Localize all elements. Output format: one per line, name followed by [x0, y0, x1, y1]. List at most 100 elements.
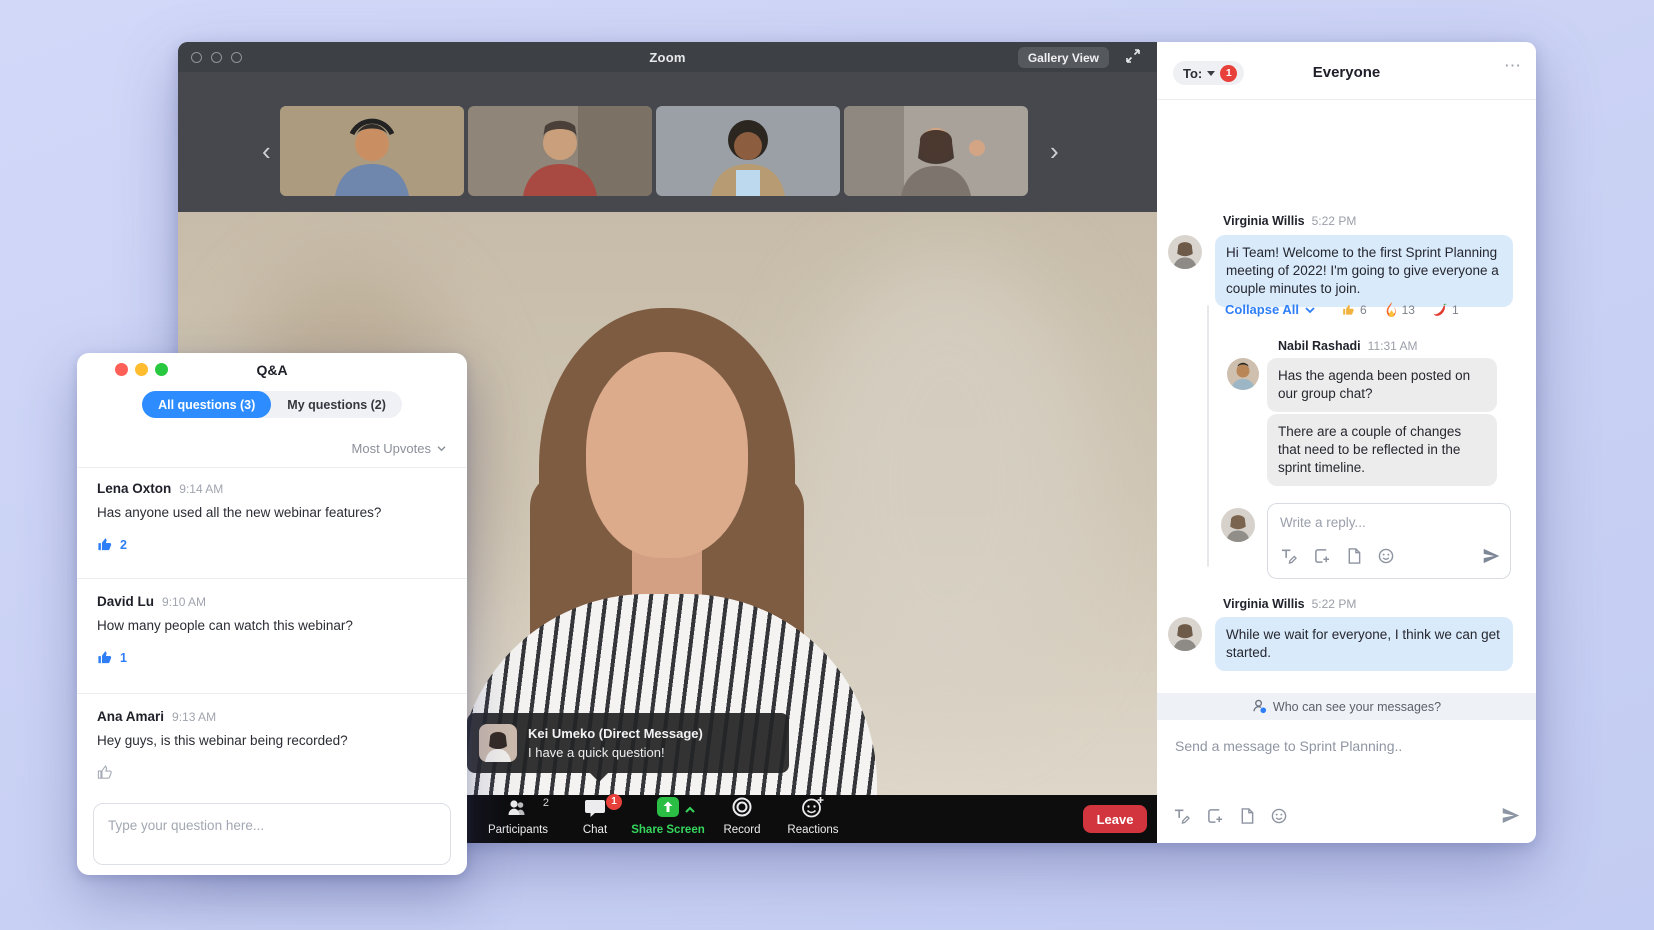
record-icon: [731, 796, 753, 821]
filmstrip-next-icon[interactable]: ›: [1050, 138, 1059, 164]
message-time: 5:22 PM: [1312, 214, 1357, 228]
chat-message-bubble: Has the agenda been posted on our group …: [1267, 358, 1497, 412]
screenshot-icon[interactable]: [1207, 808, 1223, 829]
dm-popup-title: Kei Umeko (Direct Message): [528, 726, 703, 741]
more-options-icon[interactable]: ⋯: [1504, 56, 1522, 76]
participants-count: 2: [543, 797, 549, 809]
reactions-button[interactable]: Reactions: [776, 799, 850, 836]
avatar: [1221, 508, 1255, 542]
chat-title: Everyone: [1157, 64, 1536, 81]
reaction-thumbs-up[interactable]: 6: [1342, 303, 1367, 317]
avatar: [479, 724, 517, 762]
thumbs-up-icon: [97, 764, 114, 781]
privacy-note-label: Who can see your messages?: [1273, 700, 1441, 714]
chat-button[interactable]: 1 Chat: [568, 799, 622, 836]
question-text: Has anyone used all the new webinar feat…: [97, 505, 381, 520]
thumbs-up-icon: [97, 536, 114, 553]
share-screen-icon: [656, 796, 680, 821]
chat-icon: [584, 798, 606, 821]
reply-composer[interactable]: Write a reply...: [1267, 503, 1511, 579]
share-screen-options-icon[interactable]: [684, 805, 696, 817]
sort-label: Most Upvotes: [352, 441, 431, 456]
qa-window: Q&A All questions (3) My questions (2) M…: [77, 353, 467, 875]
tab-my-questions[interactable]: My questions (2): [271, 391, 402, 418]
qa-tab-group: All questions (3) My questions (2): [142, 391, 402, 418]
avatar: [1227, 358, 1259, 390]
question-author: Ana Amari: [97, 709, 164, 724]
share-screen-button[interactable]: Share Screen: [620, 799, 716, 836]
fullscreen-expand-icon[interactable]: [1125, 48, 1141, 69]
send-message-icon[interactable]: [1502, 807, 1520, 829]
file-icon[interactable]: [1347, 548, 1361, 569]
collapse-all-label: Collapse All: [1225, 302, 1299, 317]
window-titlebar: Zoom Gallery View: [178, 42, 1157, 72]
chat-message-input[interactable]: [1175, 738, 1475, 754]
format-text-icon[interactable]: [1173, 808, 1190, 829]
sort-dropdown[interactable]: Most Upvotes: [352, 441, 447, 456]
qa-question-input[interactable]: [94, 804, 450, 847]
question-text: How many people can watch this webinar?: [97, 618, 353, 633]
tab-all-questions[interactable]: All questions (3): [142, 391, 271, 418]
question-text: Hey guys, is this webinar being recorded…: [97, 733, 348, 748]
window-title: Zoom: [178, 50, 1157, 65]
record-button[interactable]: Record: [714, 799, 770, 836]
participants-button[interactable]: 2 Participants: [475, 799, 561, 836]
upvote-count: 2: [120, 538, 127, 552]
chat-composer: [1157, 720, 1536, 843]
chat-message-bubble: While we wait for everyone, I think we c…: [1215, 617, 1513, 671]
question-time: 9:13 AM: [172, 710, 216, 724]
pepper-icon: [1433, 303, 1448, 317]
reaction-fire[interactable]: 13: [1385, 302, 1415, 317]
video-filmstrip: ‹ ›: [178, 72, 1157, 212]
upvote-button[interactable]: 1: [97, 649, 127, 666]
thumbs-up-icon: [97, 649, 114, 666]
video-thumbnail-participant-4[interactable]: [844, 106, 1028, 196]
upvote-button[interactable]: [97, 764, 120, 781]
question-author: Lena Oxton: [97, 481, 171, 496]
upvote-count: 1: [120, 651, 127, 665]
privacy-note-link[interactable]: Who can see your messages?: [1157, 693, 1536, 720]
qa-input-wrapper: [93, 803, 451, 865]
reply-placeholder: Write a reply...: [1280, 515, 1366, 530]
emoji-icon[interactable]: [1271, 808, 1287, 829]
reaction-pepper[interactable]: 1: [1433, 303, 1459, 317]
thread-indent-line: [1207, 305, 1209, 567]
video-thumbnail-participant-2[interactable]: [468, 106, 652, 196]
author-name: Nabil Rashadi: [1278, 339, 1361, 353]
qa-window-title: Q&A: [77, 362, 467, 378]
chevron-down-icon: [1304, 306, 1316, 314]
direct-message-notification[interactable]: Kei Umeko (Direct Message) I have a quic…: [467, 713, 789, 773]
thumbs-up-icon: [1342, 303, 1356, 317]
question-time: 9:10 AM: [162, 595, 206, 609]
fire-icon: [1385, 302, 1398, 317]
send-reply-icon[interactable]: [1483, 548, 1500, 569]
avatar: [1168, 235, 1202, 269]
collapse-all-link[interactable]: Collapse All: [1225, 302, 1316, 317]
participants-icon: [505, 798, 531, 821]
question-author: David Lu: [97, 594, 154, 609]
file-icon[interactable]: [1240, 808, 1254, 829]
message-time: 11:31 AM: [1368, 339, 1418, 353]
message-author-row: Virginia Willis5:22 PM: [1223, 595, 1356, 613]
reaction-count: 13: [1402, 303, 1415, 317]
gallery-view-button[interactable]: Gallery View: [1018, 47, 1109, 68]
format-text-icon[interactable]: [1280, 548, 1297, 569]
emoji-icon[interactable]: [1378, 548, 1394, 569]
chat-panel: To: 1 Everyone ⋯ Virginia Willis5:22 PM …: [1157, 42, 1536, 843]
message-time: 5:22 PM: [1312, 597, 1357, 611]
question-time: 9:14 AM: [179, 482, 223, 496]
chevron-down-icon: [436, 445, 447, 452]
screenshot-icon[interactable]: [1314, 548, 1330, 569]
dm-popup-pointer: [590, 773, 608, 782]
video-thumbnail-participant-3[interactable]: [656, 106, 840, 196]
dm-popup-message: I have a quick question!: [528, 745, 703, 760]
chat-message-bubble: Hi Team! Welcome to the first Sprint Pla…: [1215, 235, 1513, 307]
author-name: Virginia Willis: [1223, 214, 1305, 228]
upvote-button[interactable]: 2: [97, 536, 127, 553]
video-thumbnail-participant-1[interactable]: [280, 106, 464, 196]
leave-button[interactable]: Leave: [1083, 805, 1147, 833]
chat-message-bubble: There are a couple of changes that need …: [1267, 414, 1497, 486]
reactions-icon: [801, 796, 825, 821]
filmstrip-prev-icon[interactable]: ‹: [262, 138, 271, 164]
reaction-count: 6: [1360, 303, 1367, 317]
